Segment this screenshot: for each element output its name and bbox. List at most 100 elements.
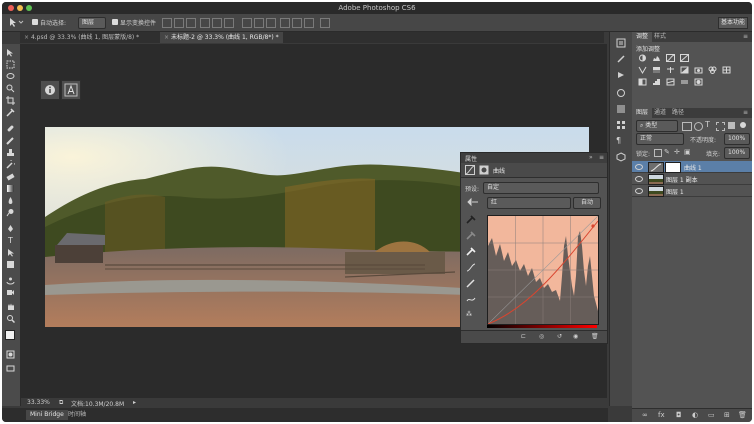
curves-icon[interactable]: [666, 54, 675, 62]
brush-tool-icon[interactable]: [6, 136, 15, 145]
clone-stamp-tool-icon[interactable]: [6, 148, 15, 157]
type-tool-icon[interactable]: T: [6, 236, 15, 245]
tab-layers[interactable]: 图层: [632, 108, 653, 118]
gradient-tool-icon[interactable]: [6, 184, 15, 193]
distribute-hcenter-icon[interactable]: [292, 18, 302, 28]
3d-rotate-tool-icon[interactable]: [6, 276, 15, 285]
screen-mode-icon[interactable]: [6, 364, 15, 373]
new-adjustment-layer-icon[interactable]: ◐: [692, 411, 698, 419]
move-tool-icon[interactable]: [6, 48, 15, 57]
shape-tool-icon[interactable]: [6, 260, 15, 269]
align-hcenter-icon[interactable]: [212, 18, 222, 28]
toggle-visibility-icon[interactable]: ◉: [573, 333, 578, 340]
distribute-right-icon[interactable]: [304, 18, 314, 28]
preset-dropdown[interactable]: 自定: [483, 182, 599, 194]
opacity-input[interactable]: 100%: [724, 133, 750, 145]
draw-curve-pencil-icon[interactable]: [466, 279, 476, 288]
auto-select-dropdown[interactable]: 图层: [78, 17, 106, 29]
exposure-icon[interactable]: [680, 54, 689, 62]
tab-timeline[interactable]: 时间轴: [64, 410, 90, 420]
filter-shape-icon[interactable]: [716, 122, 725, 131]
character-panel-button[interactable]: [61, 80, 81, 100]
photo-filter-icon[interactable]: [694, 66, 703, 74]
crop-tool-icon[interactable]: [6, 96, 15, 105]
view-previous-state-icon[interactable]: ◎: [539, 333, 544, 340]
hue-saturation-icon[interactable]: [652, 66, 661, 74]
foreground-color-swatch[interactable]: [5, 330, 15, 340]
export-icon[interactable]: ⧉: [59, 399, 63, 407]
clipping-warning-icon[interactable]: ⁂: [466, 311, 476, 320]
tab-channels[interactable]: 通道: [650, 108, 670, 118]
quick-select-tool-icon[interactable]: [6, 84, 15, 93]
sample-gray-point-icon[interactable]: [466, 231, 476, 240]
channel-dropdown[interactable]: 红: [487, 197, 571, 209]
add-mask-icon[interactable]: ◘: [676, 411, 682, 419]
edit-points-curve-icon[interactable]: [466, 263, 476, 272]
status-menu-arrow-icon[interactable]: ▸: [133, 399, 136, 406]
tab-document-2[interactable]: × 未标题-2 @ 33.3% (曲线 1, RGB/8*) *: [160, 32, 283, 43]
navigator-panel-icon[interactable]: [616, 88, 626, 98]
lasso-tool-icon[interactable]: [6, 72, 15, 81]
new-group-icon[interactable]: ▭: [708, 411, 715, 419]
selective-color-icon[interactable]: [694, 78, 703, 86]
gradient-map-icon[interactable]: [680, 78, 689, 86]
layer-row-layer-1-copy[interactable]: 图层 1 副本: [632, 173, 752, 185]
history-brush-tool-icon[interactable]: [6, 160, 15, 169]
target-adjust-icon[interactable]: [467, 197, 479, 207]
sample-white-point-icon[interactable]: [466, 247, 476, 256]
zoom-tool-icon[interactable]: [6, 314, 15, 323]
path-selection-tool-icon[interactable]: [6, 248, 15, 257]
align-right-icon[interactable]: [224, 18, 234, 28]
invert-icon[interactable]: [638, 78, 647, 86]
black-white-icon[interactable]: [680, 66, 689, 74]
brush-preset-panel-icon[interactable]: [616, 54, 626, 64]
close-tab-icon[interactable]: ×: [164, 34, 169, 41]
levels-icon[interactable]: [652, 54, 661, 62]
filter-pixel-icon[interactable]: [682, 122, 692, 131]
auto-select-checkbox[interactable]: [32, 19, 38, 25]
layer-style-icon[interactable]: fx: [658, 411, 665, 419]
pen-tool-icon[interactable]: [6, 224, 15, 233]
posterize-icon[interactable]: [652, 78, 661, 86]
auto-align-icon[interactable]: [320, 18, 330, 28]
distribute-vcenter-icon[interactable]: [254, 18, 264, 28]
color-lookup-icon[interactable]: [722, 66, 731, 74]
layer-mask-icon[interactable]: [479, 165, 489, 175]
canvas-area[interactable]: 属性 » ≡ 曲线 预设: 自定 红 自动 ⁂ ⊏ ◎ ↺ ◉ 🗑: [21, 44, 608, 406]
tab-adjustments[interactable]: 调整: [632, 32, 653, 42]
tab-mini-bridge[interactable]: Mini Bridge: [26, 410, 68, 420]
move-tool-preset-icon[interactable]: [8, 17, 24, 28]
clip-to-layer-icon[interactable]: ⊏: [521, 333, 526, 340]
show-transform-checkbox[interactable]: [112, 19, 118, 25]
filter-adjustment-icon[interactable]: [694, 122, 703, 131]
panel-menu-icon[interactable]: ≡: [743, 33, 748, 40]
color-balance-icon[interactable]: [666, 66, 675, 74]
panel-menu-icon[interactable]: ≡: [599, 154, 604, 161]
auto-button[interactable]: 自动: [573, 197, 601, 209]
lock-pixels-icon[interactable]: ✎: [664, 148, 670, 156]
align-left-icon[interactable]: [200, 18, 210, 28]
visibility-eye-icon[interactable]: [635, 188, 643, 194]
distribute-top-icon[interactable]: [242, 18, 252, 28]
healing-brush-tool-icon[interactable]: [6, 124, 15, 133]
smooth-curve-icon[interactable]: [466, 295, 476, 304]
delete-layer-icon[interactable]: 🗑: [738, 411, 747, 419]
filter-type-icon[interactable]: T: [705, 120, 710, 129]
align-top-icon[interactable]: [162, 18, 172, 28]
hand-tool-icon[interactable]: [6, 302, 15, 311]
curves-graph[interactable]: [487, 215, 599, 325]
blur-tool-icon[interactable]: [6, 196, 15, 205]
lock-transparency-icon[interactable]: [654, 149, 662, 157]
sample-black-point-icon[interactable]: [466, 215, 476, 224]
layer-mask-thumbnail[interactable]: [665, 162, 681, 173]
3d-panel-icon[interactable]: [616, 152, 626, 162]
eraser-tool-icon[interactable]: [6, 172, 15, 181]
3d-camera-tool-icon[interactable]: [6, 288, 15, 297]
threshold-icon[interactable]: [666, 78, 675, 86]
layer-row-layer-1[interactable]: 图层 1: [632, 185, 752, 197]
delete-adjustment-icon[interactable]: 🗑: [591, 333, 599, 340]
channel-mixer-icon[interactable]: [708, 66, 717, 74]
brightness-contrast-icon[interactable]: [638, 54, 647, 62]
swatches-panel-icon[interactable]: [616, 120, 626, 130]
close-tab-icon[interactable]: ×: [24, 34, 29, 41]
